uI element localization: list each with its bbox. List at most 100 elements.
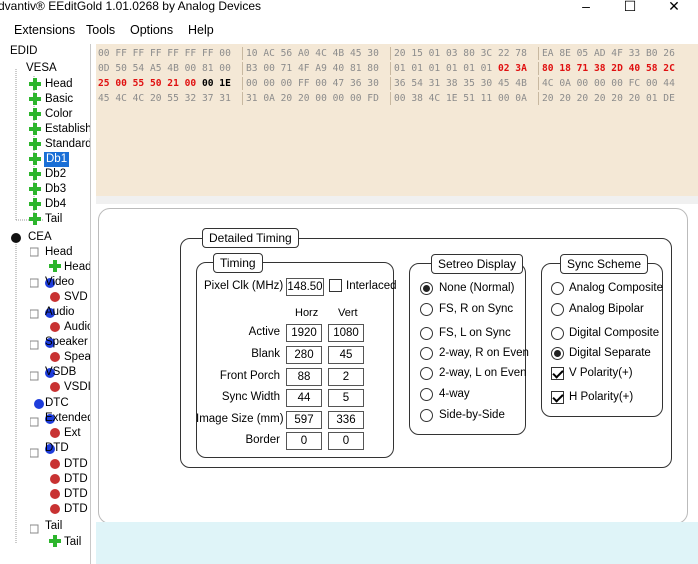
hex-cell[interactable]: 00 00 00 FF 00 47 36 30 — [246, 76, 379, 91]
tree-item-cea-head-child[interactable]: Head — [64, 260, 90, 275]
hex-cell[interactable]: 4C 0A 00 00 00 FC 00 44 — [542, 76, 675, 91]
tree-item-dtd-2[interactable]: DTD — [64, 472, 88, 487]
hex-cell[interactable]: 01 01 01 01 01 01 02 3A — [394, 61, 527, 76]
panel-splitter[interactable] — [96, 196, 698, 204]
tree-item-audio[interactable]: Audio — [45, 305, 74, 320]
tree-item-svd[interactable]: SVD — [64, 290, 88, 305]
hex-cell-bold: 00 1E — [201, 78, 231, 89]
sync-digital-separate-radio[interactable] — [551, 347, 564, 360]
plus-icon — [49, 535, 61, 547]
menu-extensions[interactable]: Extensions — [14, 23, 75, 37]
image-size-vert-field[interactable]: 336 — [328, 411, 364, 429]
detail-pane: Detailed Timing Timing Pixel Clk (MHz) 1… — [96, 204, 698, 564]
tree-item-cea-head[interactable]: Head — [45, 245, 73, 260]
sync-width-horz-field[interactable]: 44 — [286, 389, 322, 407]
tree-item-dtd-1[interactable]: DTD — [64, 457, 88, 472]
hex-dump-panel[interactable]: 00 FF FF FF FF FF FF 00 10 AC 56 A0 4C 4… — [96, 44, 698, 196]
maximize-button[interactable]: ☐ — [620, 0, 640, 15]
tree-item-standard[interactable]: Standard — [45, 137, 90, 152]
hex-cell[interactable]: 20 20 20 20 20 20 01 DE — [542, 91, 675, 106]
tree-item-cea-tail-child[interactable]: Tail — [64, 535, 81, 550]
hex-cell[interactable]: 00 FF FF FF FF FF FF 00 — [98, 46, 231, 61]
hex-separator — [242, 62, 243, 75]
tree-item-db4[interactable]: Db4 — [45, 197, 66, 212]
tree-item-basic[interactable]: Basic — [45, 92, 73, 107]
tree-item-speaker[interactable]: Speaker — [45, 335, 88, 350]
pixel-clk-field[interactable]: 148.50 — [286, 278, 324, 296]
tree-item-db1[interactable]: Db1 — [44, 152, 70, 167]
stereo-none-radio[interactable] — [420, 282, 433, 295]
minimize-button[interactable]: – — [576, 0, 596, 15]
blank-label: Blank — [251, 348, 280, 360]
tree-item-speaker-child[interactable]: Spea — [64, 350, 90, 365]
tree-item-vsdb[interactable]: VSDB — [45, 365, 76, 380]
tree-item-db3[interactable]: Db3 — [45, 182, 66, 197]
sync-digital-composite-radio[interactable] — [551, 327, 564, 340]
sync-analog-composite-label: Analog Composite — [569, 282, 663, 294]
sync-width-vert-field[interactable]: 5 — [328, 389, 364, 407]
h-polarity-checkbox[interactable] — [551, 391, 564, 404]
tree-item-established[interactable]: Establish — [45, 122, 90, 137]
detailed-timing-title: Detailed Timing — [202, 228, 299, 248]
tree-item-video[interactable]: Video — [45, 275, 74, 290]
front-porch-horz-field[interactable]: 88 — [286, 368, 322, 386]
tree-item-vesa[interactable]: VESA — [26, 61, 57, 76]
stereo-2way-r-radio[interactable] — [420, 347, 433, 360]
border-horz-field[interactable]: 0 — [286, 432, 322, 450]
image-size-horz-field[interactable]: 597 — [286, 411, 322, 429]
tree-item-db2[interactable]: Db2 — [45, 167, 66, 182]
hex-cell[interactable]: 10 AC 56 A0 4C 4B 45 30 — [246, 46, 379, 61]
hex-cell[interactable]: 00 38 4C 1E 51 11 00 0A — [394, 91, 527, 106]
tree-item-ext[interactable]: Ext — [64, 426, 81, 441]
tree-item-color[interactable]: Color — [45, 107, 72, 122]
stereo-fs-l-radio[interactable] — [420, 327, 433, 340]
stereo-side-by-side-radio[interactable] — [420, 409, 433, 422]
hex-cell[interactable]: 0D 50 54 A5 4B 00 81 00 — [98, 61, 231, 76]
plus-icon — [29, 168, 41, 180]
menu-options[interactable]: Options — [130, 23, 173, 37]
interlaced-checkbox[interactable] — [329, 279, 342, 292]
active-label: Active — [248, 326, 280, 338]
hex-cell[interactable]: 31 0A 20 20 00 00 00 FD — [246, 91, 379, 106]
tree-item-cea[interactable]: CEA — [28, 230, 52, 245]
tree-item-dtd-3[interactable]: DTD — [64, 487, 88, 502]
hex-cell[interactable]: 45 4C 4C 20 55 32 37 31 — [98, 91, 231, 106]
stereo-2way-l-radio[interactable] — [420, 367, 433, 380]
tree-item-edid[interactable]: EDID — [10, 44, 37, 59]
hex-cell[interactable]: EA 8E 05 AD 4F 33 B0 26 — [542, 46, 675, 61]
tree-item-vsdi[interactable]: VSDI — [64, 380, 90, 395]
window-title: dvantiv® EEditGold 1.01.0268 by Analog D… — [0, 0, 262, 13]
menu-help[interactable]: Help — [188, 23, 214, 37]
h-polarity-label: H Polarity(+) — [569, 391, 634, 403]
plus-icon — [29, 138, 41, 150]
tree-item-dtd[interactable]: DTD — [45, 441, 69, 456]
blank-vert-field[interactable]: 45 — [328, 346, 364, 364]
tree-item-dtd-4[interactable]: DTD — [64, 502, 88, 517]
stereo-4way-radio[interactable] — [420, 388, 433, 401]
v-polarity-checkbox[interactable] — [551, 367, 564, 380]
active-vert-field[interactable]: 1080 — [328, 324, 364, 342]
cea-node-icon — [11, 233, 21, 243]
hex-cell[interactable]: 36 54 31 38 35 30 45 4B — [394, 76, 527, 91]
edid-tree[interactable]: EDID VESA Head Basic Color Establish Sta… — [0, 44, 91, 564]
tree-item-cea-tail[interactable]: Tail — [45, 519, 62, 534]
blank-horz-field[interactable]: 280 — [286, 346, 322, 364]
tree-item-audio-child[interactable]: Audio — [64, 320, 90, 335]
plus-icon — [29, 183, 41, 195]
sync-analog-composite-radio[interactable] — [551, 282, 564, 295]
border-vert-field[interactable]: 0 — [328, 432, 364, 450]
hex-cell[interactable]: 80 18 71 38 2D 40 58 2C — [542, 61, 675, 76]
sync-analog-bipolar-radio[interactable] — [551, 303, 564, 316]
tree-item-head[interactable]: Head — [45, 77, 73, 92]
front-porch-vert-field[interactable]: 2 — [328, 368, 364, 386]
menu-tools[interactable]: Tools — [86, 23, 115, 37]
hex-cell[interactable]: 20 15 01 03 80 3C 22 78 — [394, 46, 527, 61]
active-horz-field[interactable]: 1920 — [286, 324, 322, 342]
stereo-fs-r-radio[interactable] — [420, 303, 433, 316]
tree-item-extended[interactable]: Extended — [45, 411, 90, 426]
tree-item-dtc[interactable]: DTC — [45, 396, 69, 411]
hex-cell[interactable]: 25 00 55 50 21 00 00 1E — [98, 76, 231, 91]
tree-item-tail[interactable]: Tail — [45, 212, 62, 227]
hex-cell[interactable]: B3 00 71 4F A9 40 81 80 — [246, 61, 379, 76]
close-button[interactable]: ✕ — [664, 0, 684, 15]
